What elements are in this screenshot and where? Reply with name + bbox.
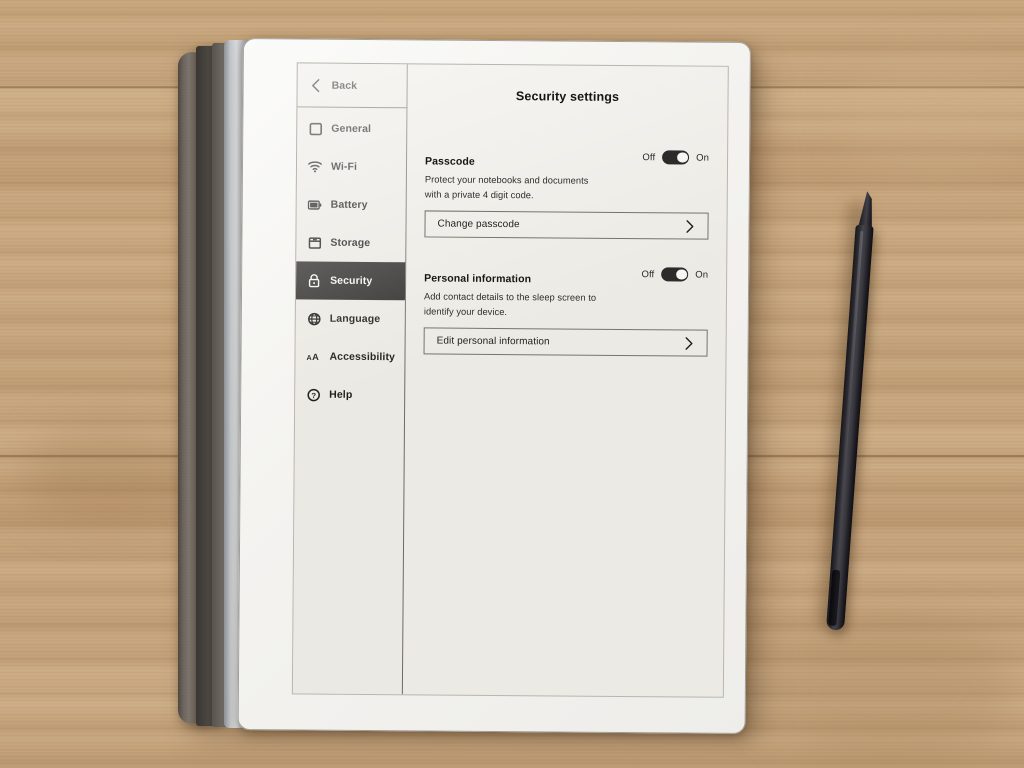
toggle-off-label: Off	[641, 268, 655, 280]
sidebar-item-help[interactable]: ? Help	[295, 375, 404, 414]
section-title: Personal information	[424, 272, 532, 286]
toggle-switch-knob	[675, 269, 687, 280]
eink-tablet: Back General Wi-Fi Battery Storage Secur…	[237, 38, 751, 734]
sidebar-item-wifi[interactable]: Wi-Fi	[297, 147, 406, 186]
toggle-switch-track[interactable]	[662, 150, 690, 165]
settings-nav-list: General Wi-Fi Battery Storage Security L…	[295, 107, 406, 414]
sidebar-item-label: Wi-Fi	[330, 160, 358, 173]
photo-scene: Back General Wi-Fi Battery Storage Secur…	[0, 0, 1024, 768]
svg-text:A: A	[306, 354, 311, 362]
button-label: Change passcode	[437, 218, 520, 231]
eink-screen[interactable]: Back General Wi-Fi Battery Storage Secur…	[291, 62, 729, 698]
svg-text:A: A	[312, 352, 319, 362]
chevron-right-icon	[682, 336, 696, 350]
section-header: Passcode Off On	[425, 148, 709, 172]
lock-icon	[307, 274, 321, 288]
square-icon	[308, 122, 322, 136]
text-size-icon: A A	[306, 350, 320, 364]
sidebar-item-label: Storage	[330, 236, 371, 250]
section-description: Add contact details to the sleep screen …	[423, 291, 597, 317]
storage-icon	[307, 236, 321, 250]
back-button-label: Back	[331, 79, 358, 92]
sidebar-item-label: General	[331, 122, 372, 136]
back-button[interactable]: Back	[297, 63, 407, 109]
sidebar-item-label: Accessibility	[329, 350, 396, 364]
section-title: Passcode	[424, 155, 475, 168]
change-passcode-button[interactable]: Change passcode	[424, 210, 709, 240]
section-header: Personal information Off On	[424, 265, 708, 289]
section-description: Protect your notebooks and documents wit…	[424, 174, 589, 200]
stylus-flat-edge	[828, 569, 841, 627]
passcode-toggle[interactable]: Off On	[642, 150, 709, 165]
sidebar-item-accessibility[interactable]: A A Accessibility	[295, 337, 404, 376]
section-personal-information: Personal information Off On Add contact …	[423, 265, 709, 357]
settings-sidebar: Back General Wi-Fi Battery Storage Secur…	[292, 63, 408, 695]
personal-information-toggle[interactable]: Off On	[641, 267, 708, 282]
sidebar-item-label: Battery	[330, 198, 368, 211]
chevron-left-icon	[309, 78, 323, 92]
wifi-icon	[308, 160, 322, 174]
sidebar-item-label: Security	[330, 274, 373, 288]
section-passcode: Passcode Off On Protect your notebooks a…	[424, 148, 709, 240]
svg-text:?: ?	[311, 391, 316, 400]
edit-personal-information-button[interactable]: Edit personal information	[423, 327, 708, 357]
sidebar-item-security[interactable]: Security	[295, 261, 406, 301]
question-mark-icon: ?	[306, 388, 320, 402]
toggle-on-label: On	[695, 269, 709, 281]
toggle-switch-track[interactable]	[661, 267, 689, 282]
settings-main-panel: Security settings Passcode Off On Protec…	[403, 64, 728, 696]
button-label: Edit personal information	[436, 335, 550, 348]
toggle-on-label: On	[696, 152, 710, 164]
sidebar-item-label: Language	[329, 312, 381, 326]
sidebar-item-battery[interactable]: Battery	[297, 185, 406, 224]
globe-icon	[307, 312, 321, 326]
chevron-right-icon	[682, 219, 696, 233]
page-title: Security settings	[515, 89, 620, 104]
toggle-off-label: Off	[642, 151, 656, 163]
toggle-switch-knob	[676, 152, 688, 163]
sidebar-item-general[interactable]: General	[297, 109, 406, 148]
sidebar-item-language[interactable]: Language	[296, 299, 405, 338]
sidebar-item-label: Help	[329, 388, 353, 401]
battery-icon	[307, 198, 322, 212]
sidebar-item-storage[interactable]: Storage	[296, 223, 405, 262]
